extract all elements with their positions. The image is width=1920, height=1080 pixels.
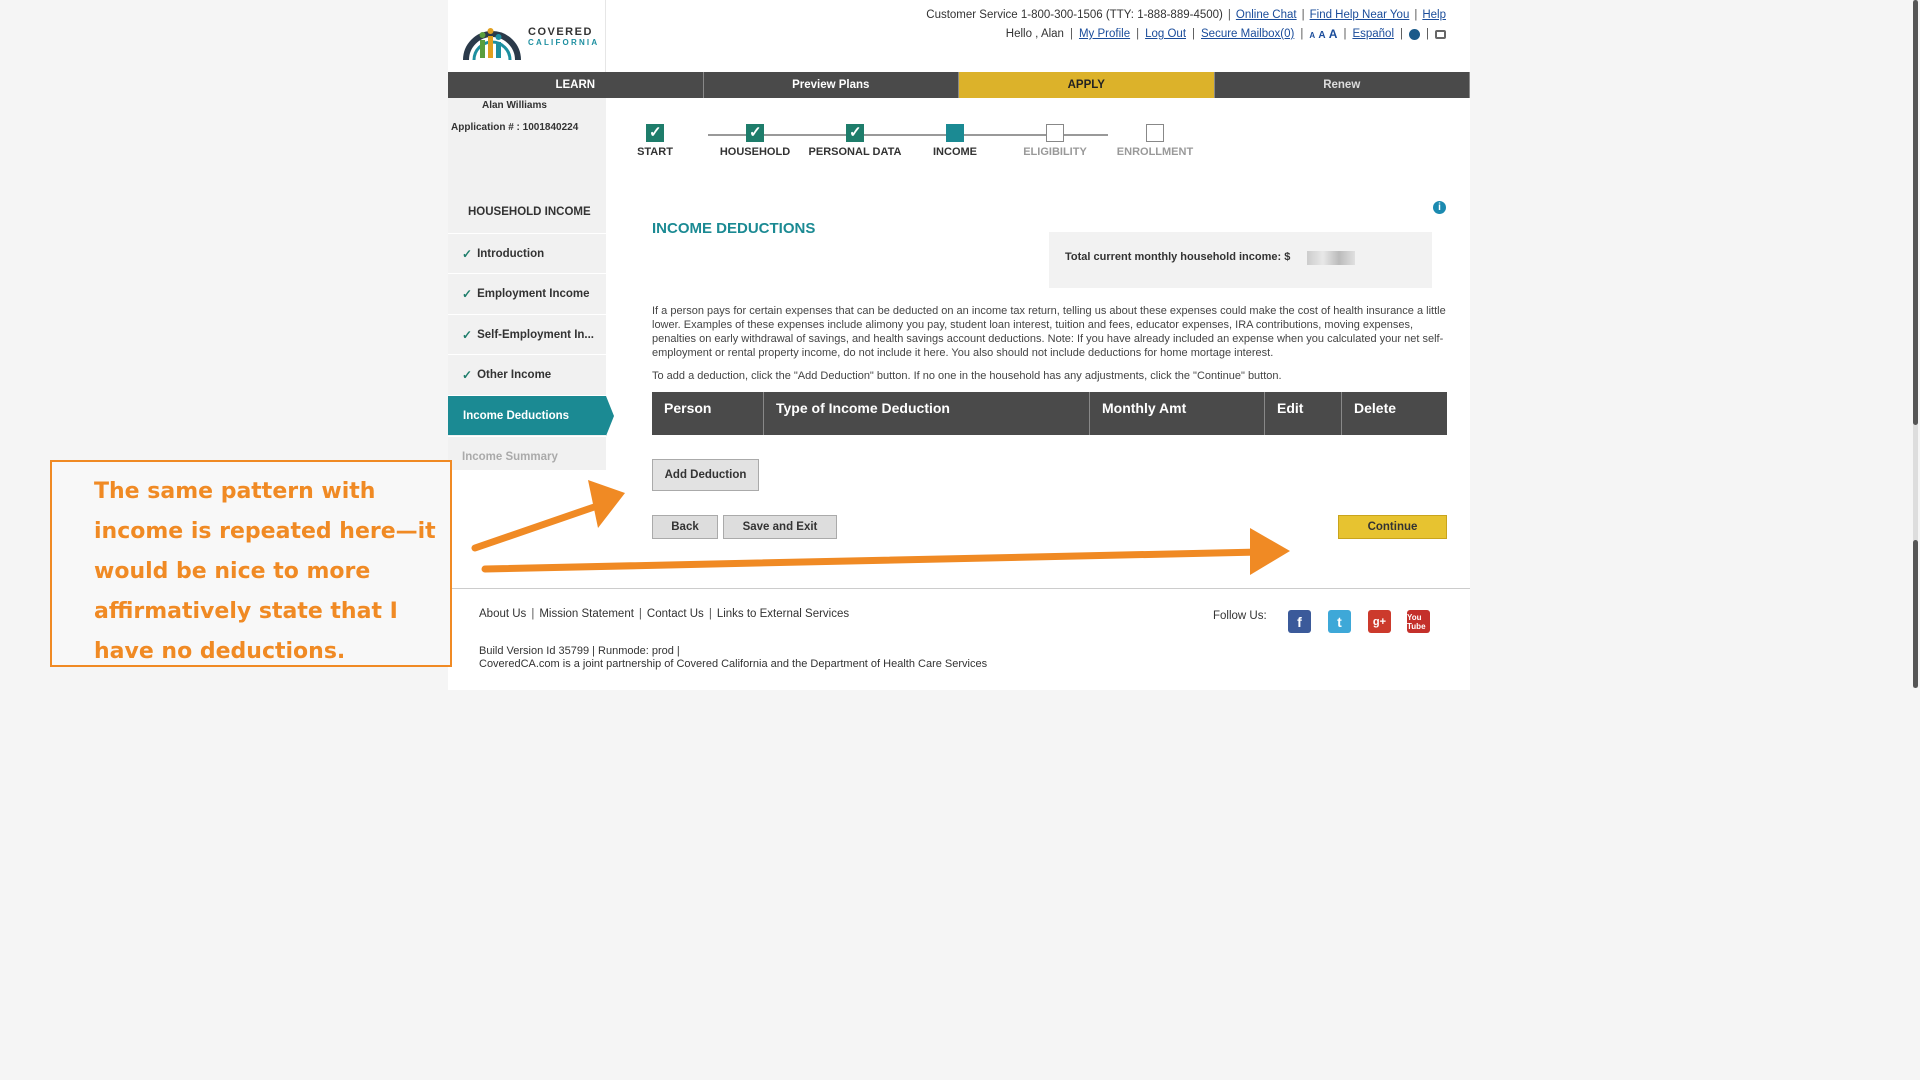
arrow-to-continue <box>481 528 1290 575</box>
arrow-to-add-deduction <box>471 480 625 552</box>
annotation-arrows <box>471 480 1290 575</box>
